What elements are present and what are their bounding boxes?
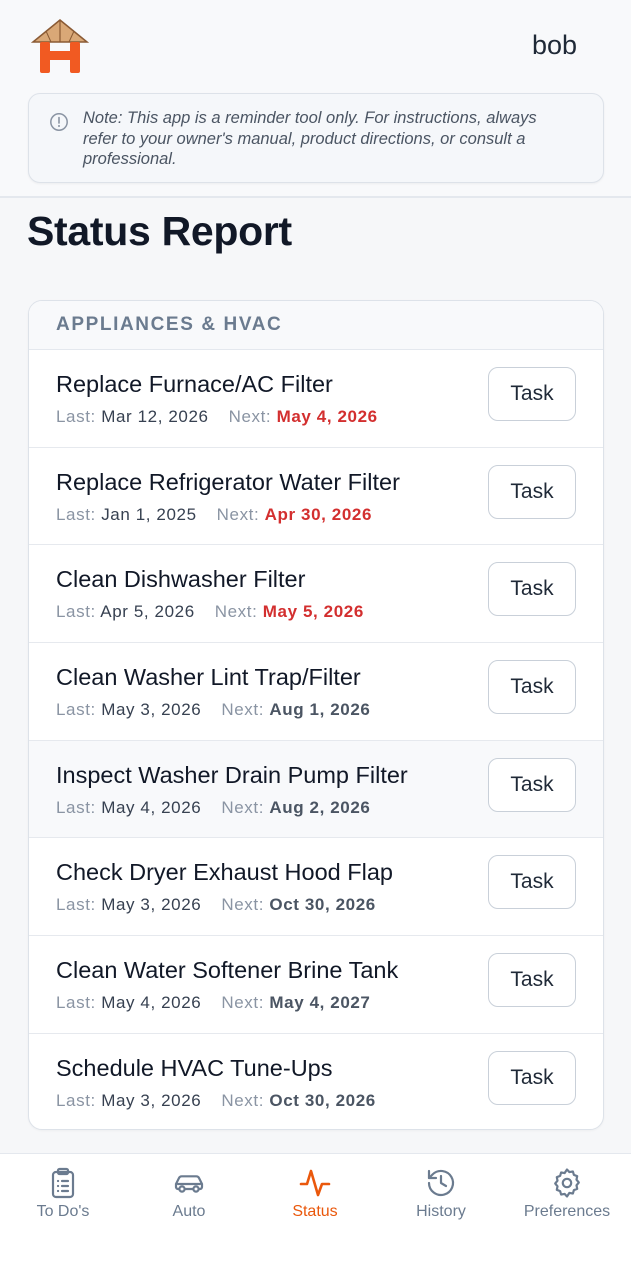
nav-history[interactable]: History xyxy=(378,1166,504,1236)
next-label: Next: xyxy=(221,797,265,817)
nav-todos[interactable]: To Do's xyxy=(0,1166,126,1236)
last-date: Mar 12, 2026 xyxy=(101,407,209,426)
task-button[interactable]: Task xyxy=(488,660,576,715)
task-row: Replace Refrigerator Water Filter Last: J… xyxy=(29,448,603,546)
task-list: Replace Furnace/AC Filter Last: Mar 12, 2… xyxy=(29,350,603,1129)
task-title: Schedule HVAC Tune-Ups xyxy=(56,1054,333,1081)
nav-label: Preferences xyxy=(523,1203,611,1220)
next-date: Apr 30, 2026 xyxy=(264,504,373,524)
last-date: Apr 5, 2026 xyxy=(100,602,195,622)
last-label: Last: xyxy=(56,797,96,817)
last-date: May 3, 2026 xyxy=(101,1090,202,1110)
next-date: Oct 30, 2026 xyxy=(269,895,376,915)
next-date: Aug 2, 2026 xyxy=(269,797,371,817)
next-label: Next: xyxy=(221,993,265,1013)
task-dates: Last: May 4, 2026 Next: Aug 2, 2026 xyxy=(56,798,370,818)
nav-label: To Do's xyxy=(36,1203,90,1220)
task-dates: Last: May 4, 2026 Next: May 4, 2027 xyxy=(56,993,371,1013)
task-row: Replace Furnace/AC Filter Last: Mar 12, 2… xyxy=(29,350,603,448)
car-icon xyxy=(174,1175,204,1193)
page-title: Status Report xyxy=(27,208,292,254)
last-date: May 3, 2026 xyxy=(101,895,202,915)
task-dates: Last: Jan 1, 2025 Next: Apr 30, 2026 xyxy=(56,505,372,525)
last-label: Last: xyxy=(56,1090,96,1110)
task-dates: Last: May 3, 2026 Next: Oct 30, 2026 xyxy=(56,1091,376,1111)
bottom-nav: To Do's Auto Status History Preferences xyxy=(0,1153,631,1280)
last-date: May 3, 2026 xyxy=(101,700,202,720)
task-button[interactable]: Task xyxy=(488,562,576,617)
task-row: Clean Water Softener Brine Tank Last: May… xyxy=(29,936,603,1034)
clipboard-list-icon xyxy=(51,1167,75,1199)
next-label: Next: xyxy=(216,504,260,524)
next-label: Next: xyxy=(221,700,265,720)
next-label: Next: xyxy=(221,1090,265,1110)
last-label: Last: xyxy=(56,504,96,524)
next-date: May 5, 2026 xyxy=(262,602,364,622)
disclaimer-text: Note: This app is a reminder tool only. … xyxy=(83,109,537,168)
last-label: Last: xyxy=(56,993,96,1013)
nav-label: History xyxy=(416,1203,466,1220)
last-label: Last: xyxy=(56,407,96,426)
next-label: Next: xyxy=(228,407,272,426)
task-title: Clean Water Softener Brine Tank xyxy=(56,957,399,984)
next-date: May 4, 2026 xyxy=(276,407,378,426)
task-title: Check Dryer Exhaust Hood Flap xyxy=(56,859,393,886)
next-label: Next: xyxy=(214,602,258,622)
appliances-hvac-card: APPLIANCES & HVAC Replace Furnace/AC Fil… xyxy=(28,300,604,1130)
task-button[interactable]: Task xyxy=(488,757,576,812)
nav-preferences[interactable]: Preferences xyxy=(504,1166,630,1236)
task-row: Inspect Washer Drain Pump Filter Last: Ma… xyxy=(29,740,603,839)
next-label: Next: xyxy=(221,895,265,915)
nav-status[interactable]: Status xyxy=(252,1166,378,1236)
task-button[interactable]: Task xyxy=(488,464,576,519)
last-label: Last: xyxy=(56,602,96,622)
task-title: Clean Dishwasher Filter xyxy=(56,566,306,593)
task-row: Schedule HVAC Tune-Ups Last: May 3, 2026 N… xyxy=(29,1034,603,1129)
task-dates: Last: Apr 5, 2026 Next: May 5, 2026 xyxy=(56,602,364,622)
task-row: Check Dryer Exhaust Hood Flap Last: May 3… xyxy=(29,838,603,937)
history-clock-icon xyxy=(427,1169,455,1197)
last-date: May 4, 2026 xyxy=(101,797,202,817)
task-dates: Last: May 3, 2026 Next: Aug 1, 2026 xyxy=(56,700,370,720)
task-button[interactable]: Task xyxy=(488,1050,576,1105)
next-date: Oct 30, 2026 xyxy=(269,1090,376,1110)
task-button[interactable]: Task xyxy=(488,953,576,1008)
task-title: Inspect Washer Drain Pump Filter xyxy=(56,761,408,788)
gear-icon xyxy=(554,1168,580,1198)
house-logo-icon[interactable] xyxy=(31,18,89,76)
task-button[interactable]: Task xyxy=(488,367,576,421)
section-title: APPLIANCES & HVAC xyxy=(29,301,603,350)
task-title: Replace Refrigerator Water Filter xyxy=(56,468,400,495)
info-circle-icon xyxy=(50,113,68,131)
task-title: Replace Furnace/AC Filter xyxy=(56,371,333,397)
last-date: Jan 1, 2025 xyxy=(101,504,197,524)
activity-pulse-icon xyxy=(299,1169,331,1197)
task-row: Clean Dishwasher Filter Last: Apr 5, 2026… xyxy=(29,545,603,644)
task-row: Clean Washer Lint Trap/Filter Last: May 3… xyxy=(29,643,603,741)
next-date: May 4, 2027 xyxy=(269,993,371,1013)
nav-label: Status xyxy=(292,1203,338,1220)
last-label: Last: xyxy=(56,700,96,720)
task-button[interactable]: Task xyxy=(488,855,576,910)
username[interactable]: bob xyxy=(532,30,577,61)
task-title: Clean Washer Lint Trap/Filter xyxy=(56,664,361,691)
next-date: Aug 1, 2026 xyxy=(269,700,371,720)
app-header: bob Note: This app is a reminder tool on… xyxy=(0,0,631,198)
last-label: Last: xyxy=(56,895,96,915)
task-dates: Last: Mar 12, 2026 Next: May 4, 2026 xyxy=(56,407,378,427)
task-dates: Last: May 3, 2026 Next: Oct 30, 2026 xyxy=(56,895,376,915)
nav-label: Auto xyxy=(172,1203,206,1220)
nav-auto[interactable]: Auto xyxy=(126,1166,252,1236)
last-date: May 4, 2026 xyxy=(101,993,202,1013)
disclaimer-note: Note: This app is a reminder tool only. … xyxy=(28,93,604,183)
